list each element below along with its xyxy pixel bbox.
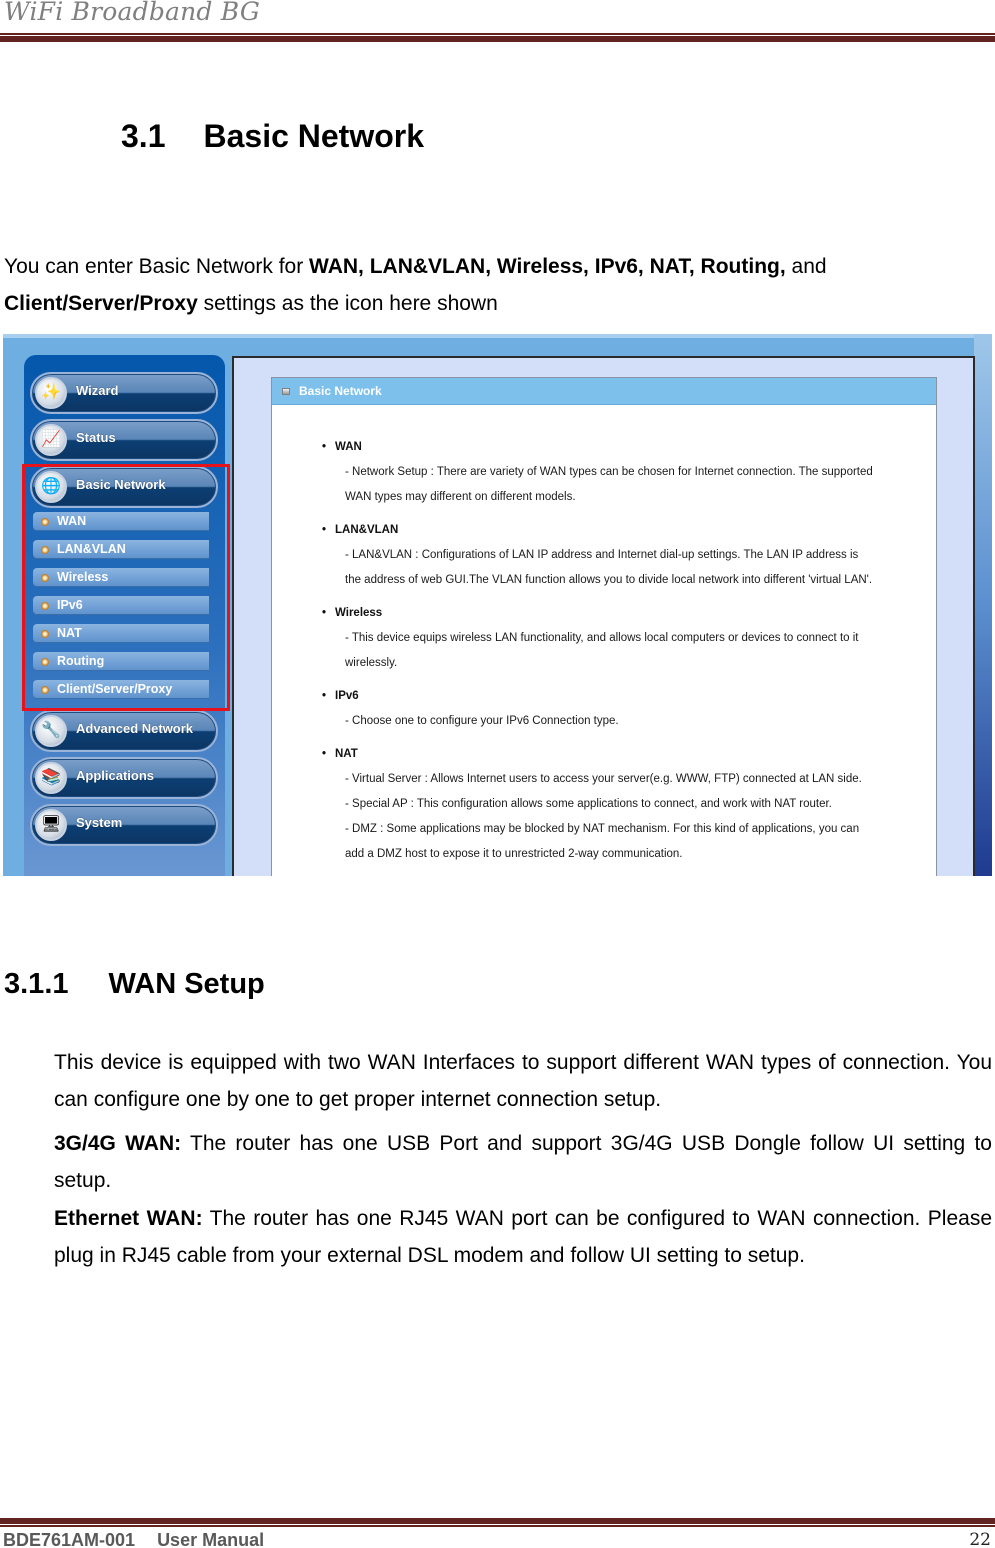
nav-button-wizard[interactable]: ✨ Wizard (30, 372, 218, 414)
basic-network-panel: Basic Network • WAN - Network Setup : Th… (271, 377, 937, 876)
intro-bold-items: WAN, LAN&VLAN, Wireless, IPv6, NAT, Rout… (309, 255, 786, 278)
red-highlight-box (22, 464, 230, 711)
header-rule-thick (0, 36, 995, 42)
panel-header: Basic Network (272, 378, 936, 405)
section-title: NAT (335, 748, 358, 760)
footer-rule-thin (0, 1525, 995, 1527)
panel-square-icon (282, 388, 290, 395)
nav-button-label: Wizard (76, 383, 119, 398)
router-ui-screenshot: ✨ Wizard 📈 Status 🌐 Basic Network WAN LA… (3, 334, 992, 876)
section-line: - Special AP : This configuration allows… (345, 798, 832, 810)
section-title: LAN&VLAN (335, 524, 399, 536)
page-number: 22 (969, 1530, 991, 1548)
section-number: 3.1 (121, 118, 166, 154)
page-header: WiFi Broadband BG (0, 0, 995, 44)
nav-button-system[interactable]: 🖥 System (30, 804, 218, 846)
screenshot-top-band (3, 334, 992, 338)
nav-button-label: System (76, 815, 123, 830)
section-line: - Choose one to configure your IPv6 Conn… (345, 715, 619, 727)
magic-wand-icon: ✨ (35, 377, 67, 409)
section-title: WAN (335, 441, 362, 453)
footer-doc-label: BDE761AM-001 User Manual (3, 1530, 264, 1548)
tools-icon: 🔧 (35, 715, 67, 747)
section-line: the address of web GUI.The VLAN function… (345, 574, 873, 586)
ethernet-wan-label: Ethernet WAN: (54, 1207, 203, 1230)
brand-title: WiFi Broadband BG (4, 0, 260, 26)
nav-button-label: Advanced Network (76, 721, 194, 736)
section-title: Basic Network (203, 118, 425, 154)
ethernet-wan-paragraph: Ethernet WAN: The router has one RJ45 WA… (54, 1200, 992, 1274)
3g4g-wan-text: The router has one USB Port and support … (54, 1132, 992, 1192)
screenshot-right-edge (974, 334, 992, 876)
section-line: - Virtual Server : Allows Internet users… (345, 773, 862, 785)
intro-bold-last: Client/Server/Proxy (4, 292, 198, 315)
footer-doc-type: User Manual (157, 1530, 265, 1548)
bullet: • (322, 524, 327, 536)
footer-doc-id: BDE761AM-001 (3, 1530, 136, 1548)
monitor-icon: 🖥 (35, 809, 67, 841)
chart-icon: 📈 (35, 424, 67, 456)
panel-title: Basic Network (299, 384, 382, 398)
content-frame: Basic Network • WAN - Network Setup : Th… (232, 356, 975, 876)
footer-rule-thick (0, 1518, 995, 1524)
nav-button-advanced-network[interactable]: 🔧 Advanced Network (30, 710, 218, 752)
subsection-title: WAN Setup (108, 968, 265, 1000)
nav-button-status[interactable]: 📈 Status (30, 419, 218, 461)
wan-intro-paragraph: This device is equipped with two WAN Int… (54, 1051, 992, 1111)
section-title: Wireless (335, 607, 383, 619)
section-line: add a DMZ host to expose it to unrestric… (345, 848, 683, 860)
nav-button-label: Status (76, 430, 116, 445)
header-rule-thin (0, 33, 995, 35)
intro-suffix: settings as the icon here shown (197, 292, 498, 315)
bullet: • (322, 441, 327, 453)
section-line: - This device equips wireless LAN functi… (345, 632, 859, 644)
bullet: • (322, 690, 327, 702)
intro-middle: and (785, 255, 827, 278)
section-line: - Network Setup : There are variety of W… (345, 466, 873, 478)
section-line: - LAN&VLAN : Configurations of LAN IP ad… (345, 549, 859, 561)
section-line: - DMZ : Some applications may be blocked… (345, 823, 860, 835)
intro-paragraph: You can enter Basic Network for WAN, LAN… (4, 248, 994, 322)
section-line: WAN types may different on different mod… (345, 491, 576, 503)
3g4g-wan-paragraph: 3G/4G WAN: The router has one USB Port a… (54, 1125, 992, 1199)
section-line: wirelessly. (345, 657, 398, 669)
books-icon: 📚 (35, 762, 67, 794)
subsection-heading: 3.1.1 WAN Setup (4, 968, 265, 1001)
section-heading: 3.1 Basic Network (121, 118, 424, 155)
nav-button-applications[interactable]: 📚 Applications (30, 757, 218, 799)
intro-prefix: You can enter Basic Network for (4, 255, 310, 278)
3g4g-wan-label: 3G/4G WAN: (54, 1132, 182, 1155)
subsection-number: 3.1.1 (4, 968, 69, 1000)
bullet: • (322, 607, 327, 619)
section-title: IPv6 (335, 690, 359, 702)
bullet: • (322, 748, 327, 760)
nav-button-label: Applications (76, 768, 155, 783)
